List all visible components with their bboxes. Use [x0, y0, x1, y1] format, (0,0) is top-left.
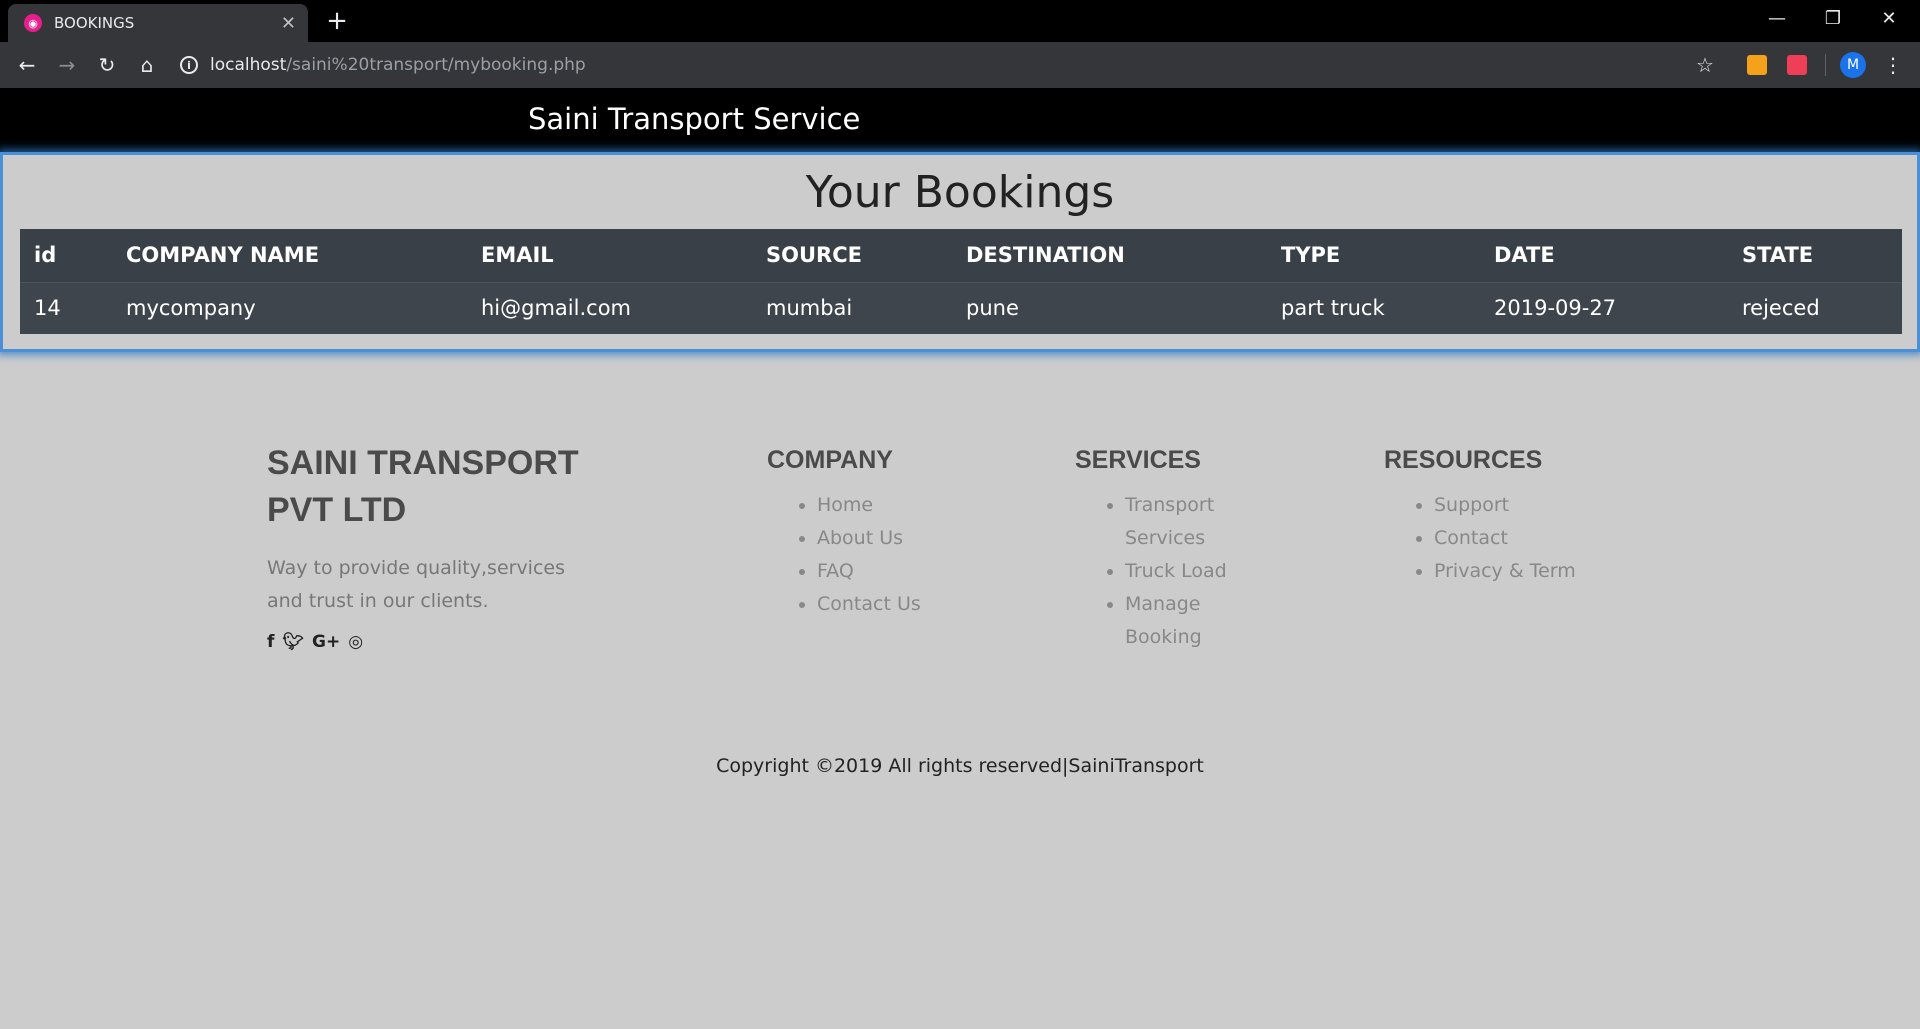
extension-honey-icon[interactable] [1747, 55, 1767, 75]
back-arrow-icon[interactable]: ← [12, 50, 42, 80]
copyright-text: Copyright ©2019 All rights reserved|Sain… [716, 755, 1204, 777]
column-header-email: EMAIL [467, 229, 752, 283]
footer-link-contact[interactable]: Contact [1434, 522, 1684, 555]
footer-company-name-line2: PVT LTD [267, 491, 407, 529]
footer-tagline-line1: Way to provide quality,services [267, 557, 565, 579]
footer-resources-links: Support Contact Privacy & Term [1384, 489, 1684, 588]
reload-icon[interactable]: ↻ [92, 50, 122, 80]
toolbar-separator [1825, 54, 1826, 76]
column-header-destination: DESTINATION [952, 229, 1267, 283]
cell-type: part truck [1267, 282, 1480, 334]
site-brand[interactable]: Saini Transport Service [528, 102, 860, 136]
cell-id: 14 [20, 282, 112, 334]
footer-company-column: COMPANY Home About Us FAQ Contact Us [767, 440, 1027, 621]
site-header: Saini Transport Service [0, 88, 1920, 152]
table-row: 14 mycompany hi@gmail.com mumbai pune pa… [20, 282, 1902, 334]
bookings-panel: Your Bookings id COMPANY NAME EMAIL SOUR… [0, 152, 1920, 352]
page-title: Your Bookings [805, 167, 1115, 218]
site-info-icon[interactable]: i [180, 56, 198, 74]
footer-tagline-line2: and trust in our clients. [267, 590, 489, 612]
social-links: f 🐦︎ G+ ◎ [267, 632, 607, 652]
twitter-icon[interactable]: 🐦︎ [282, 632, 304, 652]
browser-toolbar: ← → ↻ ⌂ i localhost /saini%20transport/m… [0, 42, 1920, 88]
footer-link-contact-us[interactable]: Contact Us [817, 588, 1027, 621]
new-tab-button[interactable]: + [322, 6, 352, 36]
address-bar[interactable]: i localhost /saini%20transport/mybooking… [180, 48, 1710, 82]
footer-heading-company: COMPANY [767, 446, 893, 474]
tab-title: BOOKINGS [54, 14, 135, 32]
footer-company-links: Home About Us FAQ Contact Us [767, 489, 1027, 621]
profile-avatar[interactable]: M [1840, 52, 1866, 78]
table-header-row: id COMPANY NAME EMAIL SOURCE DESTINATION… [20, 229, 1902, 283]
footer-link-manage-booking[interactable]: Manage Booking [1125, 588, 1265, 654]
footer-link-home[interactable]: Home [817, 489, 1027, 522]
footer-link-privacy-term[interactable]: Privacy & Term [1434, 555, 1684, 588]
site-favicon-icon: ◉ [24, 14, 42, 32]
footer-heading-resources: RESOURCES [1384, 446, 1543, 474]
google-plus-icon[interactable]: G+ [312, 632, 340, 652]
footer-tagline: Way to provide quality,services and trus… [267, 552, 607, 618]
browser-tab[interactable]: ◉ BOOKINGS ✕ [8, 4, 308, 42]
column-header-source: SOURCE [752, 229, 952, 283]
bookings-table: id COMPANY NAME EMAIL SOURCE DESTINATION… [20, 229, 1902, 334]
footer-resources-column: RESOURCES Support Contact Privacy & Term [1384, 440, 1684, 588]
cell-company-name: mycompany [112, 282, 467, 334]
column-header-company-name: COMPANY NAME [112, 229, 467, 283]
url-path: /saini%20transport/mybooking.php [286, 55, 586, 75]
footer-link-support[interactable]: Support [1434, 489, 1684, 522]
footer-company-name: SAINI TRANSPORT PVT LTD [267, 440, 607, 534]
column-header-date: DATE [1480, 229, 1728, 283]
footer-heading-services: SERVICES [1075, 446, 1201, 474]
footer-services-column: SERVICES Transport Services Truck Load M… [1075, 440, 1275, 654]
forward-arrow-icon[interactable]: → [52, 50, 82, 80]
column-header-id: id [20, 229, 112, 283]
cell-state: rejeced [1728, 282, 1902, 334]
instagram-icon[interactable]: ◎ [348, 632, 363, 652]
cell-source: mumbai [752, 282, 952, 334]
cell-date: 2019-09-27 [1480, 282, 1728, 334]
footer-link-about-us[interactable]: About Us [817, 522, 1027, 555]
extension-pocket-icon[interactable] [1787, 55, 1807, 75]
url-host: localhost [210, 55, 287, 75]
cell-email: hi@gmail.com [467, 282, 752, 334]
column-header-type: TYPE [1267, 229, 1480, 283]
browser-tab-bar: ◉ BOOKINGS ✕ + — ❐ ✕ [0, 0, 1920, 42]
footer-company-name-line1: SAINI TRANSPORT [267, 444, 579, 482]
minimize-window-button[interactable]: — [1750, 0, 1804, 38]
footer-services-links: Transport Services Truck Load Manage Boo… [1075, 489, 1265, 654]
footer-link-faq[interactable]: FAQ [817, 555, 1027, 588]
close-window-button[interactable]: ✕ [1862, 0, 1916, 38]
footer-link-truck-load[interactable]: Truck Load [1125, 555, 1265, 588]
home-icon[interactable]: ⌂ [132, 50, 162, 80]
footer-link-transport-services[interactable]: Transport Services [1125, 489, 1265, 555]
footer-about: SAINI TRANSPORT PVT LTD Way to provide q… [267, 440, 607, 652]
facebook-icon[interactable]: f [267, 632, 274, 652]
browser-menu-icon[interactable]: ⋮ [1878, 50, 1908, 80]
column-header-state: STATE [1728, 229, 1902, 283]
cell-destination: pune [952, 282, 1267, 334]
restore-window-button[interactable]: ❐ [1806, 0, 1860, 38]
bookmark-star-icon[interactable]: ☆ [1690, 50, 1720, 80]
close-tab-icon[interactable]: ✕ [281, 13, 296, 34]
